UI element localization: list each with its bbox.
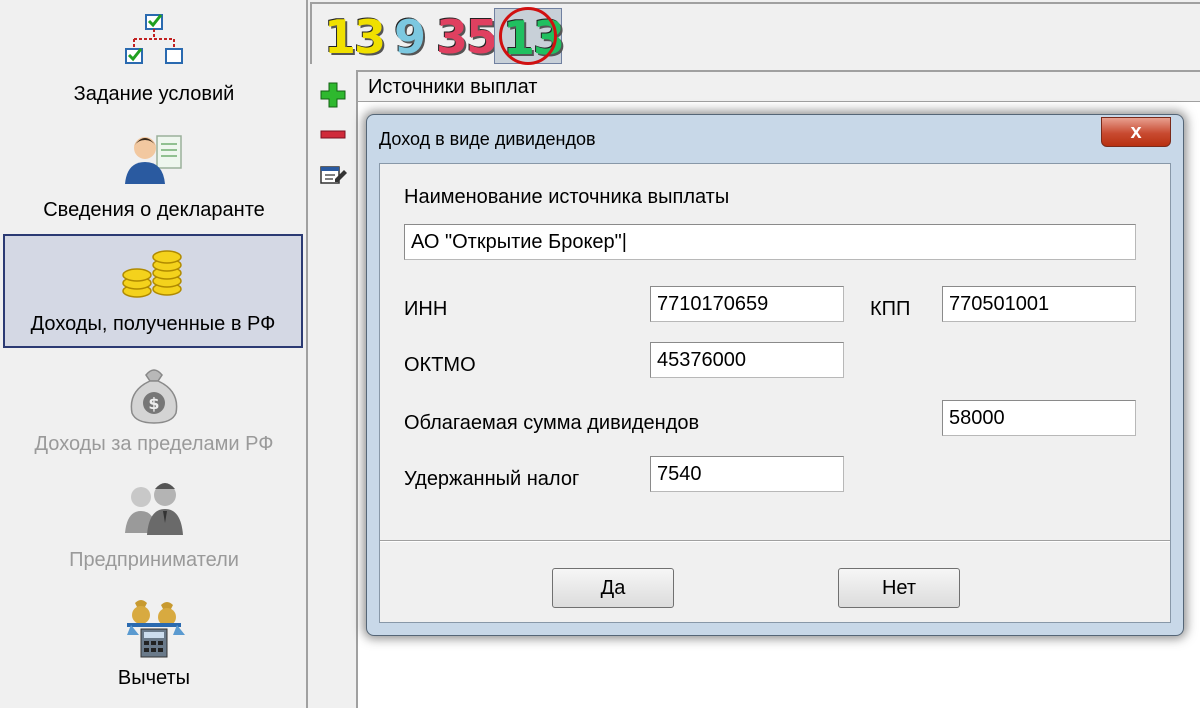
close-button[interactable]: x (1101, 117, 1171, 147)
indicator-bar: 13 9 35 13 (308, 0, 1200, 65)
inn-label: ИНН (404, 298, 448, 320)
sidebar-item-label: Сведения о декларанте (43, 199, 265, 221)
remove-button[interactable] (318, 120, 348, 150)
remove-icon (320, 130, 346, 139)
sidebar-item-label: Предприниматели (69, 549, 239, 571)
sidebar: Задание условий Сведения о декларанте До… (0, 0, 308, 708)
dividend-sum-label: Облагаемая сумма дивидендов (404, 412, 700, 434)
dividend-income-dialog: Доход в виде дивидендов x Наименование и… (366, 114, 1184, 636)
sidebar-item-conditions[interactable]: Задание условий (0, 0, 308, 116)
oktmo-input[interactable] (650, 342, 844, 378)
highlight-circle (499, 7, 557, 65)
dividend-sum-input[interactable] (942, 400, 1136, 436)
add-icon (320, 82, 346, 108)
scales-calculator-icon (118, 591, 190, 663)
sidebar-item-label: Доходы, полученные в РФ (30, 313, 276, 335)
indicator-selected[interactable]: 13 (494, 7, 565, 65)
sidebar-item-label: Доходы за пределами РФ (34, 433, 274, 455)
sidebar-item-income-abroad[interactable]: $ Доходы за пределами РФ (0, 350, 308, 466)
indicator-9[interactable]: 9 (394, 10, 426, 64)
source-name-input[interactable] (404, 224, 1136, 260)
edit-button[interactable] (318, 160, 348, 190)
hierarchy-checkbox-icon (118, 7, 190, 79)
yes-button[interactable]: Да (552, 568, 674, 608)
sidebar-item-declarant[interactable]: Сведения о декларанте (0, 116, 308, 232)
sidebar-item-label: Вычеты (117, 667, 191, 689)
gold-coins-icon (117, 237, 189, 309)
sidebar-item-entrepreneurs[interactable]: Предприниматели (0, 466, 308, 582)
sidebar-item-deductions[interactable]: Вычеты (0, 584, 308, 700)
close-icon: x (1130, 120, 1142, 143)
kpp-input[interactable] (942, 286, 1136, 322)
sidebar-item-label: Задание условий (73, 83, 235, 105)
add-button[interactable] (318, 80, 348, 110)
businessmen-icon (118, 473, 190, 545)
svg-text:$: $ (148, 394, 159, 413)
withheld-tax-input[interactable] (650, 456, 844, 492)
inn-input[interactable] (650, 286, 844, 322)
panel-header: Источники выплат (358, 72, 1200, 102)
money-bag-icon: $ (118, 357, 190, 429)
indicator-35[interactable]: 35 (436, 10, 498, 64)
indicator-13[interactable]: 13 (324, 10, 386, 64)
dialog-body: Наименование источника выплаты ИНН КПП О… (379, 163, 1171, 623)
dialog-title: Доход в виде дивидендов (379, 129, 596, 149)
no-button[interactable]: Нет (838, 568, 960, 608)
person-document-icon (118, 123, 190, 195)
indicator-box: 13 9 35 13 (310, 2, 1200, 65)
withheld-tax-label: Удержанный налог (404, 468, 580, 490)
sidebar-item-income-rf[interactable]: Доходы, полученные в РФ (3, 234, 303, 348)
edit-icon (320, 166, 347, 184)
oktmo-label: ОКТМО (404, 354, 476, 376)
kpp-label: КПП (870, 298, 911, 320)
button-separator (380, 540, 1170, 542)
source-name-label: Наименование источника выплаты (404, 186, 730, 208)
